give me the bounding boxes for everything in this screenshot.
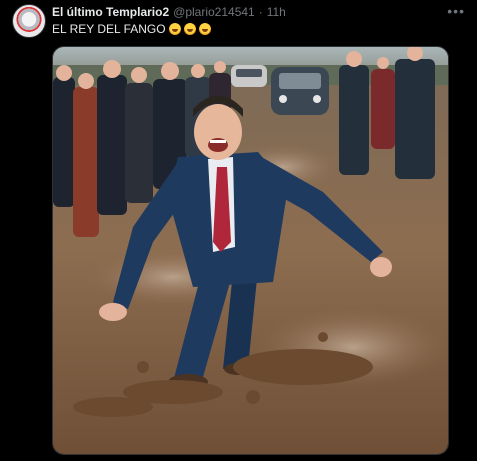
- separator-dot: ·: [258, 5, 263, 19]
- timestamp[interactable]: 11h: [267, 5, 286, 19]
- avatar[interactable]: [12, 4, 46, 38]
- rolling-on-floor-laughing-emoji: [183, 23, 196, 35]
- tweet-header: El último Templario2 @plario214541 · 11h: [52, 4, 286, 20]
- tweet-photo[interactable]: [52, 46, 449, 455]
- rolling-on-floor-laughing-emoji: [198, 23, 211, 35]
- tweet-text-content: EL REY DEL FANGO: [52, 22, 166, 36]
- photo-illustration: [53, 47, 448, 454]
- rolling-on-floor-laughing-emoji: [168, 23, 181, 35]
- more-horizontal-icon[interactable]: •••: [447, 3, 465, 19]
- tweet-text: EL REY DEL FANGO: [52, 22, 211, 36]
- display-name[interactable]: El último Templario2: [52, 5, 169, 19]
- handle[interactable]: @plario214541: [173, 5, 255, 19]
